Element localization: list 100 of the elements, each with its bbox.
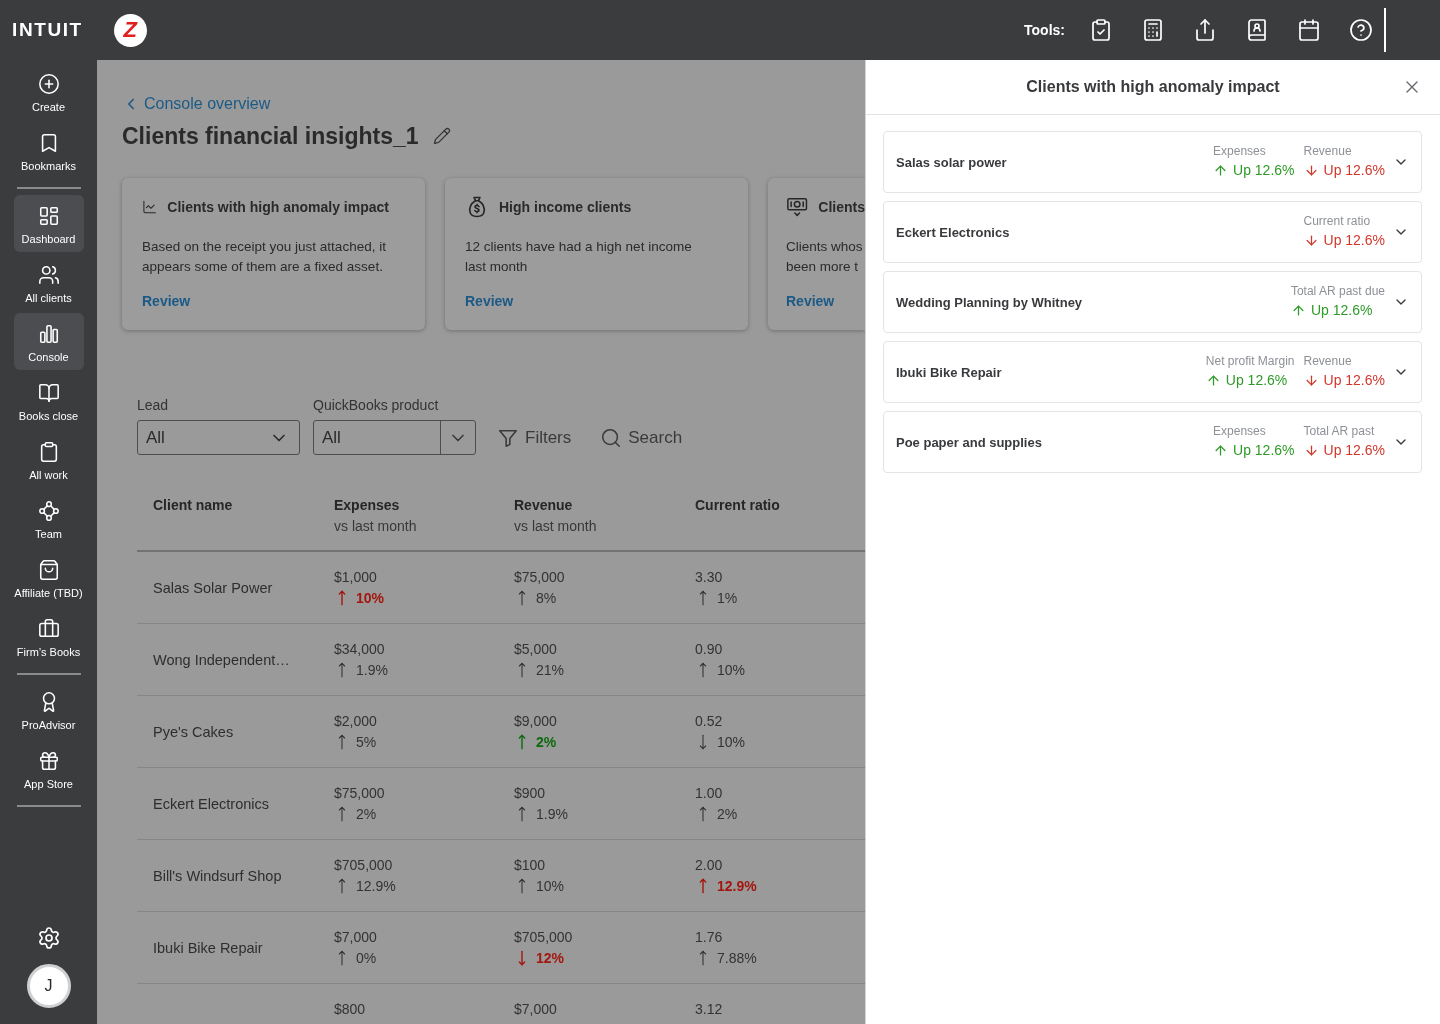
contact-book-icon[interactable] — [1245, 18, 1269, 42]
sidebar-item[interactable]: Books close — [13, 372, 84, 429]
table-value: 2.00 — [695, 856, 723, 875]
table-value: $705,000 — [514, 928, 573, 947]
table-value: $34,000 — [334, 640, 385, 659]
column-header: Revenue — [514, 496, 573, 515]
card-text: 12 clients have had a high net income last month — [465, 238, 693, 276]
table-value: $800 — [334, 1000, 366, 1019]
table-value: $2,000 — [334, 712, 377, 731]
help-icon[interactable] — [1349, 18, 1373, 42]
metric-label: Revenue — [1303, 353, 1352, 369]
sidebar-item[interactable]: All work — [13, 431, 84, 488]
briefcase-icon — [37, 618, 60, 640]
banknote-icon — [786, 195, 809, 219]
metric-label: Expenses — [1213, 423, 1266, 439]
table-value: 1.00 — [695, 784, 723, 803]
sidebar-item[interactable]: Bookmarks — [13, 122, 84, 179]
avatar[interactable]: J — [26, 964, 71, 1008]
open-book-icon — [37, 382, 60, 404]
sidebar-item[interactable]: App Store — [13, 740, 84, 797]
pencil-icon[interactable] — [432, 127, 451, 145]
sidebar-item[interactable]: Create — [13, 63, 84, 120]
change-percent: 1% — [717, 589, 738, 608]
client-name: Ibuki Bike Repair — [896, 364, 1003, 380]
metric-value: Up 12.6% — [1323, 161, 1385, 180]
column-subtitle: vs last month — [514, 517, 597, 536]
client-name: Wong Independent… — [153, 651, 290, 668]
people-icon — [37, 264, 60, 286]
table-value: $100 — [514, 856, 546, 875]
page-title: Clients financial insights_1 — [122, 122, 419, 151]
card-text: Based on the receipt you just attached, it appears some of them are a fixed asset. — [142, 238, 387, 276]
shopping-bag-icon — [37, 559, 60, 581]
change-percent: 10% — [717, 661, 746, 680]
calendar-icon[interactable] — [1297, 18, 1321, 42]
metric-value: Up 12.6% — [1323, 231, 1385, 250]
sidebar-item[interactable]: Team — [13, 490, 84, 547]
change-percent: 10% — [536, 877, 565, 896]
bar-chart-icon — [37, 323, 60, 345]
change-percent: 10% — [356, 589, 385, 608]
client-name: Eckert Electronics — [153, 795, 270, 812]
change-percent: 2% — [717, 805, 738, 824]
metric-label: Expenses — [1213, 143, 1266, 159]
change-percent: 0% — [356, 949, 377, 968]
table-value: $7,000 — [334, 928, 377, 947]
dropdown-select[interactable]: All — [137, 420, 300, 455]
calculator-icon[interactable] — [1141, 18, 1165, 42]
share-icon[interactable] — [1193, 18, 1217, 42]
client-name: Salas Solar Power — [153, 579, 273, 596]
client-accordion[interactable]: Ibuki Bike Repair Net profit Margin Up 12.6% Revenue Up 12.6% — [883, 341, 1422, 403]
change-percent: 1.9% — [536, 805, 568, 824]
change-percent: 5% — [356, 733, 377, 752]
change-percent: 21% — [536, 661, 565, 680]
metric-value: Up 12.6% — [1225, 371, 1288, 390]
card-title: Clients — [818, 198, 865, 217]
metric-label: Net profit Margin — [1205, 353, 1295, 369]
client-name: Poe paper and supplies — [896, 434, 1043, 450]
dropdown-select[interactable]: All — [313, 420, 476, 455]
client-name: Ibuki Bike Repair — [153, 939, 263, 956]
metric-value: Up 12.6% — [1310, 301, 1373, 320]
card-title: Clients with high anomaly impact — [167, 198, 389, 217]
client-accordion[interactable]: Salas solar power Expenses Up 12.6% Revenue Up 12.6% — [883, 131, 1422, 193]
table-value: 0.90 — [695, 640, 723, 659]
metric-label: Current ratio — [1303, 213, 1371, 229]
sidebar-item[interactable]: Dashboard — [13, 195, 84, 252]
table-value: $75,000 — [514, 568, 565, 587]
dashboard-grid-icon — [37, 205, 60, 227]
sidebar-item[interactable]: Console — [13, 313, 84, 370]
client-name: Salas solar power — [896, 154, 1008, 170]
filter-label: Lead — [137, 396, 169, 414]
metric-label: Total AR past — [1303, 423, 1375, 439]
metric-value: Up 12.6% — [1323, 441, 1385, 460]
column-subtitle: vs last month — [334, 517, 417, 536]
change-percent: 12.9% — [717, 877, 757, 896]
table-value: 1.76 — [695, 928, 723, 947]
change-percent: 12.9% — [356, 877, 396, 896]
settings-icon[interactable] — [36, 926, 61, 950]
client-name: Eckert Electronics — [896, 224, 1011, 240]
search-button[interactable]: Search — [600, 420, 683, 455]
table-value: $1,000 — [334, 568, 377, 587]
metric-label: Revenue — [1303, 143, 1352, 159]
client-accordion[interactable]: Wedding Planning by Whitney Total AR past due Up 12.6% — [883, 271, 1422, 333]
change-percent: 1.9% — [356, 661, 388, 680]
metric-value: Up 12.6% — [1233, 441, 1295, 460]
sidebar-item[interactable]: All clients — [13, 254, 84, 311]
table-value: $9,000 — [514, 712, 557, 731]
filters-button[interactable]: Filters — [497, 420, 572, 455]
column-header: Current ratio — [695, 496, 780, 515]
clipboard-check-icon[interactable] — [1089, 18, 1113, 42]
sidebar-item[interactable]: ProAdvisor — [13, 681, 84, 738]
tools-label: Tools: — [1024, 22, 1065, 38]
card-text: Clients whos been more t — [786, 238, 864, 276]
client-accordion[interactable]: Poe paper and supplies Expenses Up 12.6% Total AR past Up 12.6% — [883, 411, 1422, 473]
table-value: $705,000 — [334, 856, 393, 875]
logo-badge: Z — [113, 13, 147, 47]
sidebar-item[interactable]: Affiliate (TBD) — [13, 549, 84, 606]
column-header: Expenses — [334, 496, 400, 515]
sidebar-item[interactable]: Firm’s Books — [13, 608, 84, 665]
card-title: High income clients — [499, 198, 632, 217]
client-accordion[interactable]: Eckert Electronics Current ratio Up 12.6% — [883, 201, 1422, 263]
table-value: 3.12 — [695, 1000, 723, 1019]
